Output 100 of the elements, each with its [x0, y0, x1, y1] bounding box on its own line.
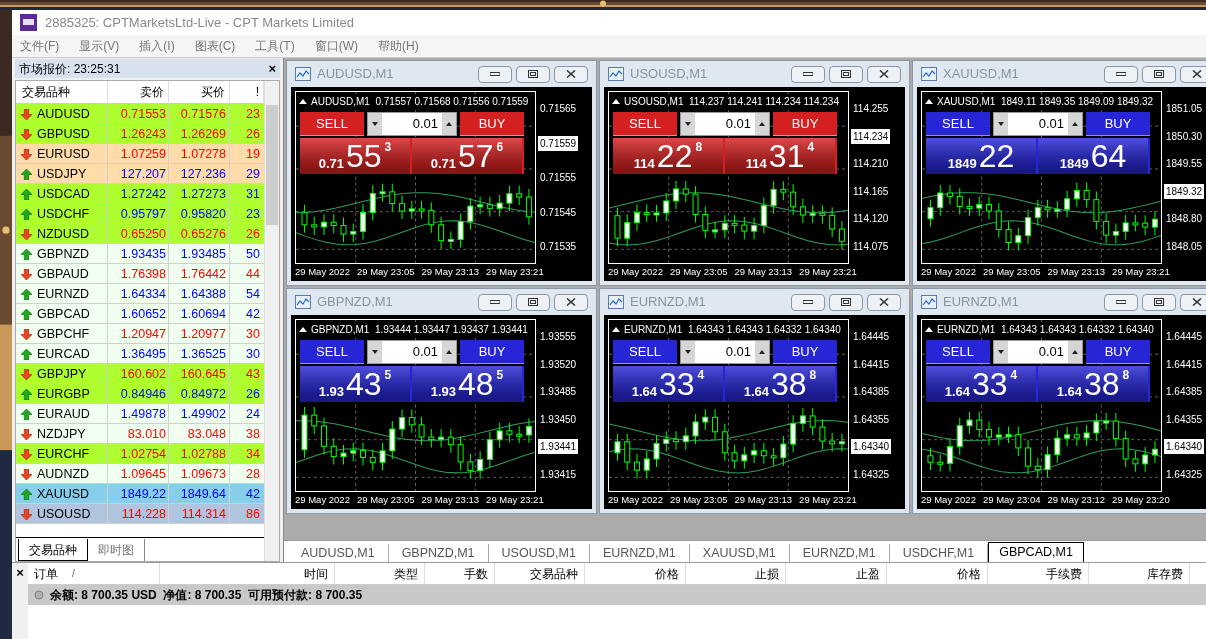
time-label: 29 May 23:21	[486, 493, 544, 508]
sell-button[interactable]: SELL	[926, 112, 990, 136]
close-button[interactable]: ×	[268, 58, 276, 79]
symbol-row[interactable]: EURCAD 1.36495 1.36525 30	[16, 344, 264, 364]
lot-value[interactable]: 0.01	[695, 341, 755, 363]
menu-item[interactable]: 工具(T)	[255, 37, 295, 55]
chart-tab[interactable]: GBPNZD,M1	[388, 544, 489, 562]
sell-button[interactable]: SELL	[300, 340, 364, 364]
menu-item[interactable]: 帮助(H)	[378, 37, 419, 55]
lot-spinner[interactable]: 0.01	[367, 340, 457, 364]
column-header[interactable]: 类型	[335, 563, 425, 584]
symbol-row[interactable]: GBPJPY 160.602 160.645 43	[16, 364, 264, 384]
chart-tab[interactable]: EURNZD,M1	[789, 544, 890, 562]
menu-item[interactable]: 窗口(W)	[314, 37, 358, 55]
buy-button[interactable]: BUY	[1086, 340, 1150, 364]
symbol-name: AUDNZD	[37, 465, 90, 483]
price-tick: 1.64325	[1165, 467, 1204, 482]
time-label: 29 May 23:13	[421, 493, 480, 508]
column-header[interactable]: 交易品种	[495, 563, 585, 584]
lot-spinner[interactable]: 0.01	[367, 112, 457, 136]
price-tick: 1.64355	[1165, 412, 1204, 427]
symbol-row[interactable]: USOUSD 114.228 114.314 86	[16, 504, 264, 524]
chart-tab[interactable]: USOUSD,M1	[488, 544, 590, 562]
menu-item[interactable]: 显示(V)	[79, 37, 120, 55]
sell-button[interactable]: SELL	[300, 112, 364, 136]
chart-tab[interactable]: XAUUSD,M1	[689, 544, 790, 562]
price-tick: 1.64325	[852, 467, 891, 482]
symbol-row[interactable]: AUDUSD 0.71553 0.71576 23	[16, 104, 264, 124]
sell-button[interactable]: SELL	[613, 112, 677, 136]
symbol-row[interactable]: NZDJPY 83.010 83.048 38	[16, 424, 264, 444]
window-title: 2885325: CPTMarketsLtd-Live - CPT Markets Limited	[45, 13, 354, 32]
lot-spinner[interactable]: 0.01	[993, 112, 1083, 136]
lot-spinner[interactable]: 0.01	[680, 340, 770, 364]
chart-tab[interactable]: EURNZD,M1	[589, 544, 690, 562]
ask-price[interactable]: 1849 64	[1038, 138, 1148, 174]
column-header[interactable]: 手数	[425, 563, 495, 584]
buy-button[interactable]: BUY	[773, 340, 837, 364]
symbol-row[interactable]: GBPCAD 1.60652 1.60694 42	[16, 304, 264, 324]
symbol-row[interactable]: GBPUSD 1.26243 1.26269 26	[16, 124, 264, 144]
buy-button[interactable]: BUY	[460, 112, 524, 136]
time-label: 29 May 2022	[608, 265, 663, 280]
menu-item[interactable]: 文件(F)	[20, 37, 60, 55]
symbol-row[interactable]: GBPCHF 1.20947 1.20977 30	[16, 324, 264, 344]
column-header[interactable]: 价格	[887, 563, 988, 584]
symbol-name: GBPAUD	[37, 265, 89, 283]
sell-button[interactable]: SELL	[613, 340, 677, 364]
symbol-row[interactable]: GBPAUD 1.76398 1.76442 44	[16, 264, 264, 284]
panel-tab[interactable]: 即时图	[88, 539, 145, 561]
symbol-row[interactable]: EURNZD 1.64334 1.64388 54	[16, 284, 264, 304]
time-label: 29 May 2022	[921, 493, 976, 508]
close-button[interactable]: ×	[16, 563, 24, 581]
symbol-name: EURAUD	[37, 405, 90, 423]
column-header[interactable]: 时间	[160, 563, 335, 584]
sell-button[interactable]: SELL	[926, 340, 990, 364]
menu-item[interactable]: 图表(C)	[194, 37, 236, 55]
time-label: 29 May 23:21	[486, 265, 544, 280]
spread-cell-text: 24	[245, 406, 261, 423]
price-tick: 1848.80	[1165, 212, 1204, 227]
lot-spinner[interactable]: 0.01	[993, 340, 1083, 364]
price-tick: 1.93520	[539, 357, 578, 372]
column-header[interactable]: 止损	[686, 563, 786, 584]
symbol-name: USDCHF	[37, 205, 90, 223]
symbol-row[interactable]: USDCHF 0.95797 0.95820 23	[16, 204, 264, 224]
spread-cell-text: 42	[245, 306, 261, 323]
lot-value[interactable]: 0.01	[382, 341, 442, 363]
lot-value[interactable]: 0.01	[1008, 113, 1068, 135]
symbol-row[interactable]: GBPNZD 1.93435 1.93485 50	[16, 244, 264, 264]
column-header[interactable]: 手续费	[988, 563, 1089, 584]
symbol-name: GBPNZD	[37, 245, 90, 263]
lot-value[interactable]: 0.01	[1008, 341, 1068, 363]
symbol-row[interactable]: EURCHF 1.02754 1.02788 34	[16, 444, 264, 464]
symbol-row[interactable]: XAUUSD 1849.22 1849.64 42	[16, 484, 264, 504]
chart-tab[interactable]: AUDUSD,M1	[288, 544, 389, 562]
menu-item[interactable]: 插入(I)	[139, 37, 175, 55]
symbol-row[interactable]: NZDUSD 0.65250 0.65276 26	[16, 224, 264, 244]
symbol-row[interactable]: AUDNZD 1.09645 1.09673 28	[16, 464, 264, 484]
panel-tab[interactable]: 交易品种	[18, 539, 88, 561]
time-label: 29 May 23:21	[1112, 265, 1170, 280]
chart-tab[interactable]: GBPCAD,M1	[988, 542, 1084, 562]
price-tick: 0.71545	[539, 205, 578, 220]
time-label: 29 May 23:05	[982, 265, 1041, 280]
column-header[interactable]: 库存费	[1089, 563, 1190, 584]
lot-value[interactable]: 0.01	[695, 113, 755, 135]
symbol-row[interactable]: EURGBP 0.84946 0.84972 26	[16, 384, 264, 404]
lot-spinner[interactable]: 0.01	[680, 112, 770, 136]
column-header[interactable]: 价格	[585, 563, 686, 584]
lot-value[interactable]: 0.01	[382, 113, 442, 135]
buy-button[interactable]: BUY	[1086, 112, 1150, 136]
spread-cell-text: 23	[245, 206, 261, 223]
column-header[interactable]: 订单 /	[28, 563, 160, 584]
bid-price[interactable]: 1849 22	[926, 138, 1036, 174]
buy-button[interactable]: BUY	[460, 340, 524, 364]
column-header[interactable]: 止盈	[786, 563, 887, 584]
price-tick: 1848.05	[1165, 239, 1204, 254]
spread-cell-text: 42	[245, 486, 261, 503]
symbol-row[interactable]: EURAUD 1.49878 1.49902 24	[16, 404, 264, 424]
symbol-row[interactable]: USDCAD 1.27242 1.27273 31	[16, 184, 264, 204]
buy-button[interactable]: BUY	[773, 112, 837, 136]
symbol-row[interactable]: USDJPY 127.207 127.236 29	[16, 164, 264, 184]
symbol-row[interactable]: EURUSD 1.07259 1.07278 19	[16, 144, 264, 164]
